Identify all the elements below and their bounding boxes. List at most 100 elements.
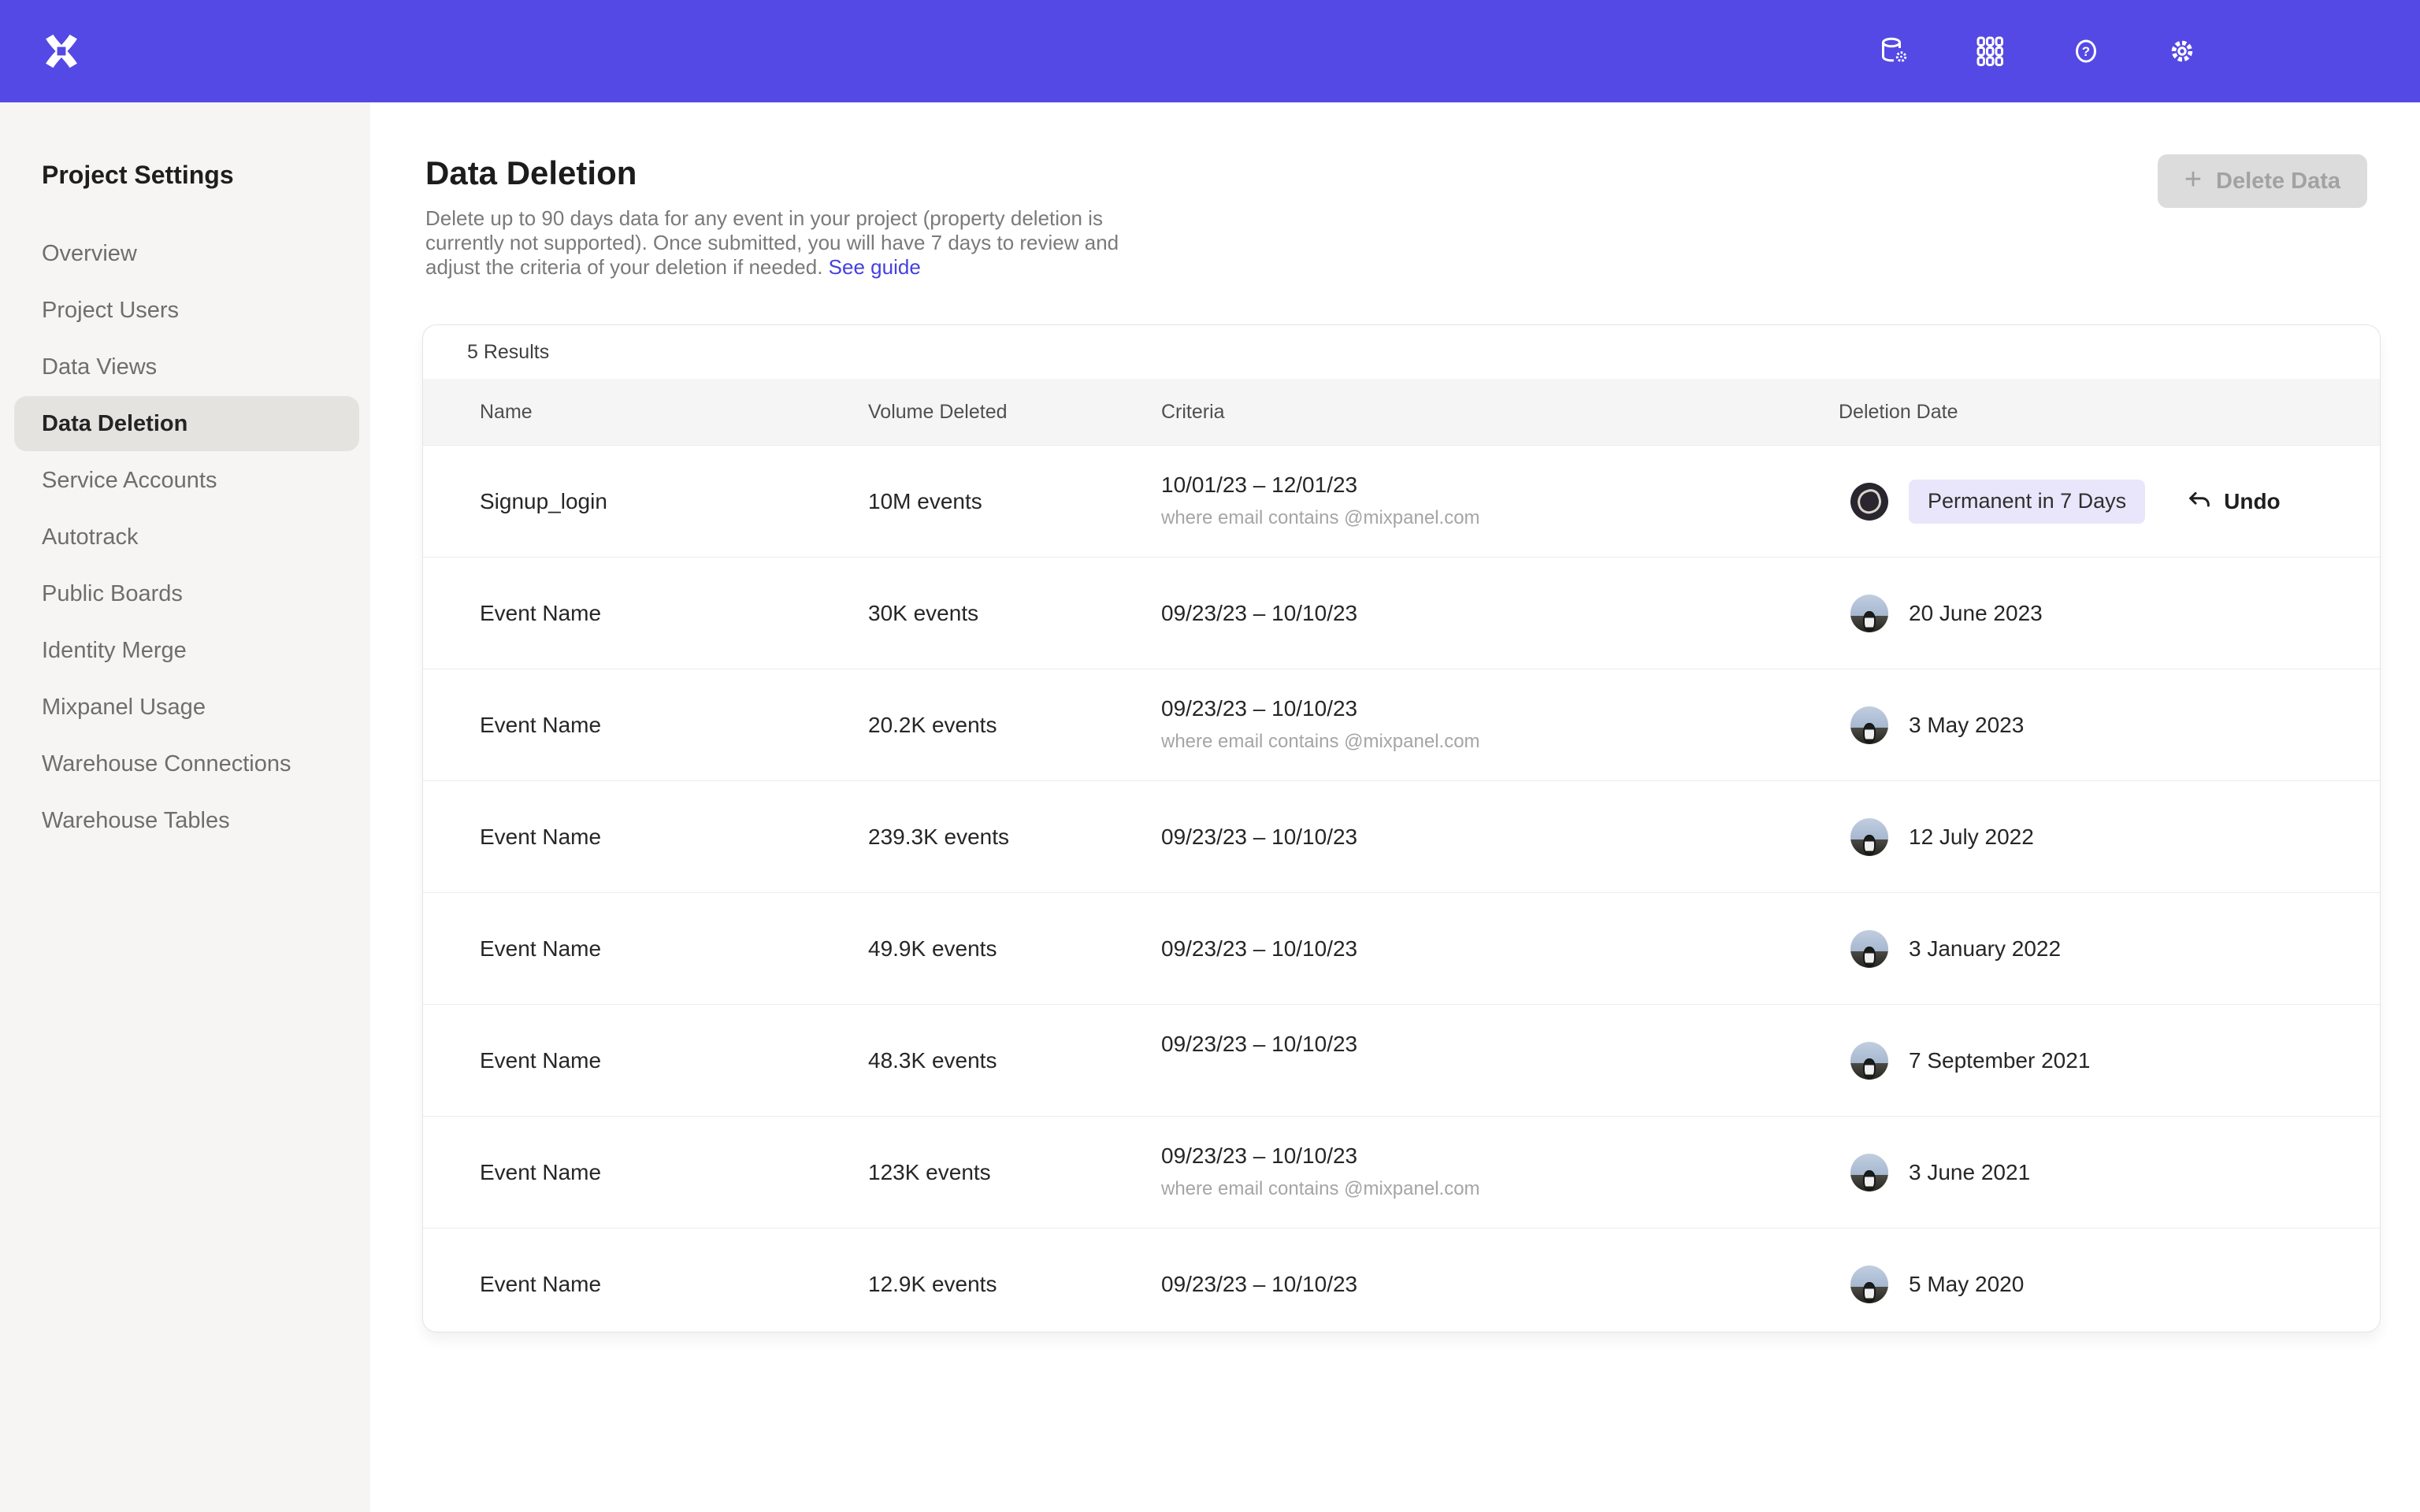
criteria-cell: 09/23/23 – 10/10/23 bbox=[1161, 1032, 1839, 1090]
database-gear-icon bbox=[1875, 32, 1913, 70]
event-name-cell: Event Name bbox=[423, 1048, 868, 1073]
undo-icon bbox=[2186, 488, 2213, 515]
criteria-range: 09/23/23 – 10/10/23 bbox=[1161, 825, 1839, 850]
table-row: Event Name 123K events 09/23/23 – 10/10/… bbox=[423, 1116, 2380, 1228]
sidebar: Project Settings OverviewProject UsersDa… bbox=[0, 102, 370, 1512]
criteria-cell: 09/23/23 – 10/10/23 bbox=[1161, 601, 1839, 626]
event-name-cell: Event Name bbox=[423, 1272, 868, 1297]
description-line-1: Delete up to 90 days data for any event … bbox=[425, 206, 1103, 230]
user-avatar bbox=[1850, 706, 1888, 744]
criteria-condition: where email contains @mixpanel.com bbox=[1161, 507, 1839, 531]
criteria-range: 09/23/23 – 10/10/23 bbox=[1161, 601, 1839, 626]
deletion-date-text: 3 June 2021 bbox=[1909, 1160, 2030, 1185]
volume-deleted-cell: 10M events bbox=[868, 489, 1161, 514]
event-name-cell: Event Name bbox=[423, 1160, 868, 1185]
deletion-date-cell: 12 July 2022 bbox=[1839, 818, 2380, 856]
criteria-range: 09/23/23 – 10/10/23 bbox=[1161, 696, 1839, 721]
deletion-date-cell: 20 June 2023 bbox=[1839, 595, 2380, 632]
deletion-date-cell: 7 September 2021 bbox=[1839, 1042, 2380, 1080]
column-header-name: Name bbox=[423, 401, 868, 424]
sidebar-item-mixpanel-usage[interactable]: Mixpanel Usage bbox=[14, 680, 359, 735]
topbar: ? bbox=[0, 0, 2420, 102]
user-avatar bbox=[1850, 1154, 1888, 1191]
sidebar-item-data-deletion[interactable]: Data Deletion bbox=[14, 396, 359, 451]
results-count: 5 Results bbox=[467, 341, 549, 364]
volume-deleted-cell: 30K events bbox=[868, 601, 1161, 626]
see-guide-link[interactable]: See guide bbox=[829, 255, 921, 279]
undo-label: Undo bbox=[2224, 489, 2281, 514]
page-header: Data Deletion Delete up to 90 days data … bbox=[370, 102, 2420, 280]
criteria-cell: 09/23/23 – 10/10/23 where email contains… bbox=[1161, 696, 1839, 754]
deletion-date-text: 12 July 2022 bbox=[1909, 825, 2034, 850]
settings-button[interactable] bbox=[2163, 32, 2201, 70]
table-row: Event Name 30K events 09/23/23 – 10/10/2… bbox=[423, 557, 2380, 669]
main-content: Data Deletion Delete up to 90 days data … bbox=[370, 102, 2420, 1512]
sidebar-item-identity-merge[interactable]: Identity Merge bbox=[14, 623, 359, 678]
column-header-deletion-date: Deletion Date bbox=[1839, 401, 2380, 424]
sidebar-menu: OverviewProject UsersData ViewsData Dele… bbox=[0, 226, 370, 848]
sidebar-item-warehouse-connections[interactable]: Warehouse Connections bbox=[14, 736, 359, 791]
delete-data-label: Delete Data bbox=[2216, 169, 2340, 195]
table-row: Event Name 239.3K events 09/23/23 – 10/1… bbox=[423, 780, 2380, 892]
results-bar: 5 Results bbox=[423, 325, 2380, 379]
sidebar-item-autotrack[interactable]: Autotrack bbox=[14, 510, 359, 565]
criteria-cell: 09/23/23 – 10/10/23 bbox=[1161, 936, 1839, 962]
event-name-cell: Event Name bbox=[423, 601, 868, 626]
apps-grid-icon bbox=[1971, 32, 2009, 70]
volume-deleted-cell: 48.3K events bbox=[868, 1048, 1161, 1073]
deletion-date-cell: 3 January 2022 bbox=[1839, 930, 2380, 968]
apps-grid-button[interactable] bbox=[1971, 32, 2009, 70]
deletion-date-cell: 3 June 2021 bbox=[1839, 1154, 2380, 1191]
topbar-icons: ? bbox=[1875, 32, 2201, 70]
table-row: Event Name 48.3K events 09/23/23 – 10/10… bbox=[423, 1004, 2380, 1116]
volume-deleted-cell: 239.3K events bbox=[868, 825, 1161, 850]
page-title: Data Deletion bbox=[425, 154, 2420, 192]
table-row: Event Name 49.9K events 09/23/23 – 10/10… bbox=[423, 892, 2380, 1004]
sidebar-item-warehouse-tables[interactable]: Warehouse Tables bbox=[14, 793, 359, 848]
sidebar-item-public-boards[interactable]: Public Boards bbox=[14, 566, 359, 621]
criteria-cell: 09/23/23 – 10/10/23 bbox=[1161, 1272, 1839, 1297]
criteria-condition bbox=[1161, 1066, 1839, 1090]
deletion-date-cell: Permanent in 7 Days Undo bbox=[1839, 480, 2380, 524]
sidebar-item-service-accounts[interactable]: Service Accounts bbox=[14, 453, 359, 508]
user-avatar bbox=[1850, 483, 1888, 521]
settings-gear-icon bbox=[2163, 32, 2201, 70]
criteria-range: 09/23/23 – 10/10/23 bbox=[1161, 1032, 1839, 1057]
sidebar-title: Project Settings bbox=[42, 161, 370, 190]
column-header-volume: Volume Deleted bbox=[868, 401, 1161, 424]
table-row: Event Name 12.9K events 09/23/23 – 10/10… bbox=[423, 1228, 2380, 1332]
table-body: Signup_login 10M events 10/01/23 – 12/01… bbox=[423, 445, 2380, 1332]
status-badge: Permanent in 7 Days bbox=[1909, 480, 2145, 524]
deletion-date-cell: 5 May 2020 bbox=[1839, 1266, 2380, 1303]
volume-deleted-cell: 12.9K events bbox=[868, 1272, 1161, 1297]
mixpanel-logo-icon bbox=[41, 31, 82, 72]
criteria-cell: 10/01/23 – 12/01/23 where email contains… bbox=[1161, 472, 1839, 531]
criteria-range: 09/23/23 – 10/10/23 bbox=[1161, 936, 1839, 962]
description-line-2: currently not supported). Once submitted… bbox=[425, 231, 1119, 254]
user-avatar bbox=[1850, 930, 1888, 968]
volume-deleted-cell: 49.9K events bbox=[868, 936, 1161, 962]
event-name-cell: Event Name bbox=[423, 936, 868, 962]
criteria-cell: 09/23/23 – 10/10/23 where email contains… bbox=[1161, 1143, 1839, 1202]
volume-deleted-cell: 123K events bbox=[868, 1160, 1161, 1185]
help-icon: ? bbox=[2067, 32, 2105, 70]
svg-text:?: ? bbox=[2082, 44, 2090, 59]
sidebar-item-project-users[interactable]: Project Users bbox=[14, 283, 359, 338]
table-row: Signup_login 10M events 10/01/23 – 12/01… bbox=[423, 445, 2380, 557]
sidebar-item-data-views[interactable]: Data Views bbox=[14, 339, 359, 395]
event-name-cell: Event Name bbox=[423, 713, 868, 738]
event-name-cell: Event Name bbox=[423, 825, 868, 850]
undo-button[interactable]: Undo bbox=[2186, 488, 2281, 515]
criteria-range: 09/23/23 – 10/10/23 bbox=[1161, 1272, 1839, 1297]
page-description: Delete up to 90 days data for any event … bbox=[425, 206, 1150, 280]
table-row: Event Name 20.2K events 09/23/23 – 10/10… bbox=[423, 669, 2380, 780]
data-management-button[interactable] bbox=[1875, 32, 1913, 70]
table-header: Name Volume Deleted Criteria Deletion Da… bbox=[423, 379, 2380, 445]
help-button[interactable]: ? bbox=[2067, 32, 2105, 70]
delete-data-button[interactable]: + Delete Data bbox=[2158, 154, 2367, 208]
mixpanel-logo[interactable] bbox=[41, 29, 82, 73]
user-avatar bbox=[1850, 595, 1888, 632]
sidebar-item-overview[interactable]: Overview bbox=[14, 226, 359, 281]
description-line-3: adjust the criteria of your deletion if … bbox=[425, 255, 822, 279]
user-avatar bbox=[1850, 818, 1888, 856]
